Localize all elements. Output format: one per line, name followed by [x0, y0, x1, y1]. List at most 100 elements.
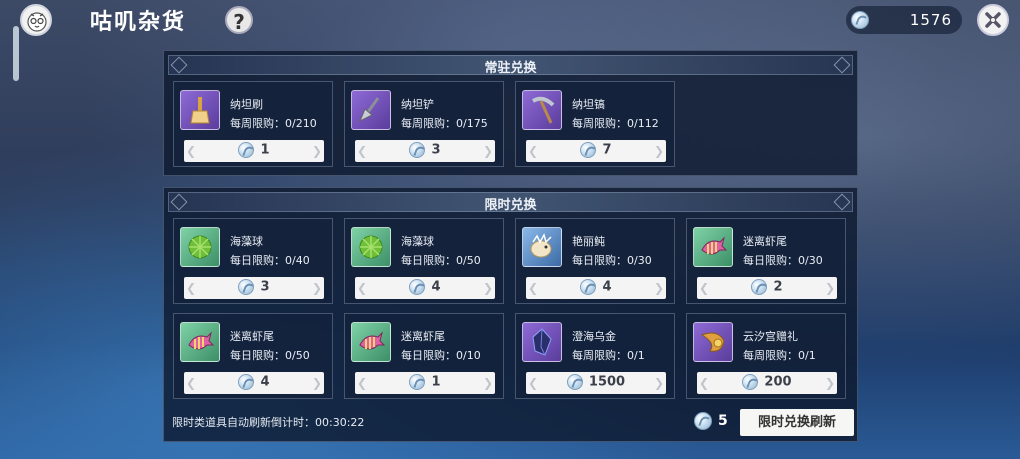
item-price: 3: [260, 279, 270, 295]
price-button[interactable]: ❮ 1 ❯: [184, 140, 324, 162]
item-limit: 每日限购：0/50: [230, 349, 310, 362]
top-bar: 咕叽杂货 ? 1576: [0, 0, 1020, 40]
coin-icon: [409, 279, 426, 295]
refresh-cost: 5: [694, 412, 728, 430]
coin-icon: [238, 279, 255, 295]
help-button[interactable]: ?: [225, 6, 253, 34]
cornucopia-icon: [693, 322, 733, 362]
chevron-right-icon: ❯: [311, 144, 322, 158]
chevron-right-icon: ❯: [824, 376, 835, 390]
item-name: 迷离虾尾: [401, 330, 445, 343]
chevron-right-icon: ❯: [824, 281, 835, 295]
shovel-icon: [351, 90, 391, 130]
item-name: 海藻球: [230, 235, 263, 248]
item-price: 1500: [588, 374, 626, 390]
shop-item-card[interactable]: 艳丽鲀 每日限购：0/30 ❮ 4 ❯: [515, 218, 675, 304]
item-limit: 每日限购：0/40: [230, 254, 310, 267]
shop-item-card[interactable]: 海藻球 每日限购：0/40 ❮ 3 ❯: [173, 218, 333, 304]
shop-item-card[interactable]: 迷离虾尾 每日限购：0/10 ❮ 1 ❯: [344, 313, 504, 399]
coin-icon: [409, 142, 426, 158]
shop-item-card[interactable]: 云汐宫赠礼 每周限购：0/1 ❮ 200 ❯: [686, 313, 846, 399]
price-button[interactable]: ❮ 200 ❯: [697, 372, 837, 394]
price-button[interactable]: ❮ 1500 ❯: [526, 372, 666, 394]
coin-icon: [566, 374, 583, 390]
item-limit: 每周限购：0/210: [230, 117, 317, 130]
price-button[interactable]: ❮ 3 ❯: [184, 277, 324, 299]
limited-exchange-panel: 限时兑换 海藻球 每日限购：0/40 ❮ 3 ❯ 海藻球 每日限购：0/50 ❮…: [163, 187, 858, 442]
item-price: 4: [260, 374, 270, 390]
item-price: 1: [260, 142, 270, 158]
coin-icon: [238, 374, 255, 390]
chevron-right-icon: ❯: [653, 281, 664, 295]
limited-exchange-header: 限时兑换: [168, 192, 853, 213]
item-name: 海藻球: [401, 235, 434, 248]
price-button[interactable]: ❮ 1 ❯: [355, 372, 495, 394]
shop-item-card[interactable]: 纳坦铲 每周限购：0/175 ❮ 3 ❯: [344, 81, 504, 167]
item-price: 2: [773, 279, 783, 295]
currency-coin-icon: [851, 11, 869, 29]
shop-title: 咕叽杂货: [90, 10, 187, 35]
item-limit: 每周限购：0/112: [572, 117, 659, 130]
chevron-right-icon: ❯: [482, 376, 493, 390]
coin-icon: [742, 374, 759, 390]
shop-item-card[interactable]: 迷离虾尾 每日限购：0/30 ❮ 2 ❯: [686, 218, 846, 304]
chevron-right-icon: ❯: [482, 281, 493, 295]
item-name: 纳坦镐: [572, 98, 605, 111]
price-button[interactable]: ❮ 4 ❯: [355, 277, 495, 299]
brush-icon: [180, 90, 220, 130]
refresh-cost-value: 5: [718, 413, 728, 429]
currency-amount: 1576: [909, 11, 952, 29]
price-button[interactable]: ❮ 4 ❯: [526, 277, 666, 299]
shop-item-card[interactable]: 澄海乌金 每周限购：0/1 ❮ 1500 ❯: [515, 313, 675, 399]
price-button[interactable]: ❮ 2 ❯: [697, 277, 837, 299]
shop-item-card[interactable]: 迷离虾尾 每日限购：0/50 ❮ 4 ❯: [173, 313, 333, 399]
shrimp-tail-icon: [180, 322, 220, 362]
shop-item-card[interactable]: 纳坦镐 每周限购：0/112 ❮ 7 ❯: [515, 81, 675, 167]
coin-icon: [694, 412, 712, 430]
chevron-right-icon: ❯: [482, 144, 493, 158]
currency-display: 1576: [846, 6, 962, 34]
shop-item-card[interactable]: 纳坦刷 每周限购：0/210 ❮ 1 ❯: [173, 81, 333, 167]
coin-icon: [751, 279, 768, 295]
seaweed-ball-icon: [180, 227, 220, 267]
item-name: 纳坦铲: [401, 98, 434, 111]
coin-icon: [580, 279, 597, 295]
price-button[interactable]: ❮ 3 ❯: [355, 140, 495, 162]
puffer-fish-icon: [522, 227, 562, 267]
item-limit: 每周限购：0/1: [572, 349, 645, 362]
seaweed-ball-icon: [351, 227, 391, 267]
item-name: 纳坦刷: [230, 98, 263, 111]
item-limit: 每日限购：0/10: [401, 349, 481, 362]
side-scroll-handle[interactable]: [13, 26, 19, 81]
shop-item-card[interactable]: 海藻球 每日限购：0/50 ❮ 4 ❯: [344, 218, 504, 304]
item-price: 200: [764, 374, 792, 390]
chevron-right-icon: ❯: [311, 281, 322, 295]
item-price: 4: [431, 279, 441, 295]
price-button[interactable]: ❮ 4 ❯: [184, 372, 324, 394]
coin-icon: [580, 142, 597, 158]
item-limit: 每周限购：0/175: [401, 117, 488, 130]
dark-crystal-icon: [522, 322, 562, 362]
item-name: 澄海乌金: [572, 330, 616, 343]
item-name: 迷离虾尾: [230, 330, 274, 343]
item-name: 艳丽鲀: [572, 235, 605, 248]
item-limit: 每日限购：0/30: [572, 254, 652, 267]
item-name: 云汐宫赠礼: [743, 330, 798, 343]
item-limit: 每日限购：0/30: [743, 254, 823, 267]
shrimp-tail-icon: [693, 227, 733, 267]
coin-icon: [238, 142, 255, 158]
item-price: 1: [431, 374, 441, 390]
permanent-exchange-header: 常驻兑换: [168, 55, 853, 76]
price-button[interactable]: ❮ 7 ❯: [526, 140, 666, 162]
close-icon: [985, 12, 1001, 28]
coin-icon: [409, 374, 426, 390]
shrimp-tail-icon: [351, 322, 391, 362]
item-limit: 每周限购：0/1: [743, 349, 816, 362]
item-price: 4: [602, 279, 612, 295]
chevron-right-icon: ❯: [311, 376, 322, 390]
chevron-right-icon: ❯: [653, 376, 664, 390]
shop-owner-avatar-icon: [20, 4, 52, 36]
close-button[interactable]: [977, 4, 1009, 36]
item-price: 7: [602, 142, 612, 158]
refresh-limited-button[interactable]: 限时兑换刷新: [740, 409, 854, 436]
